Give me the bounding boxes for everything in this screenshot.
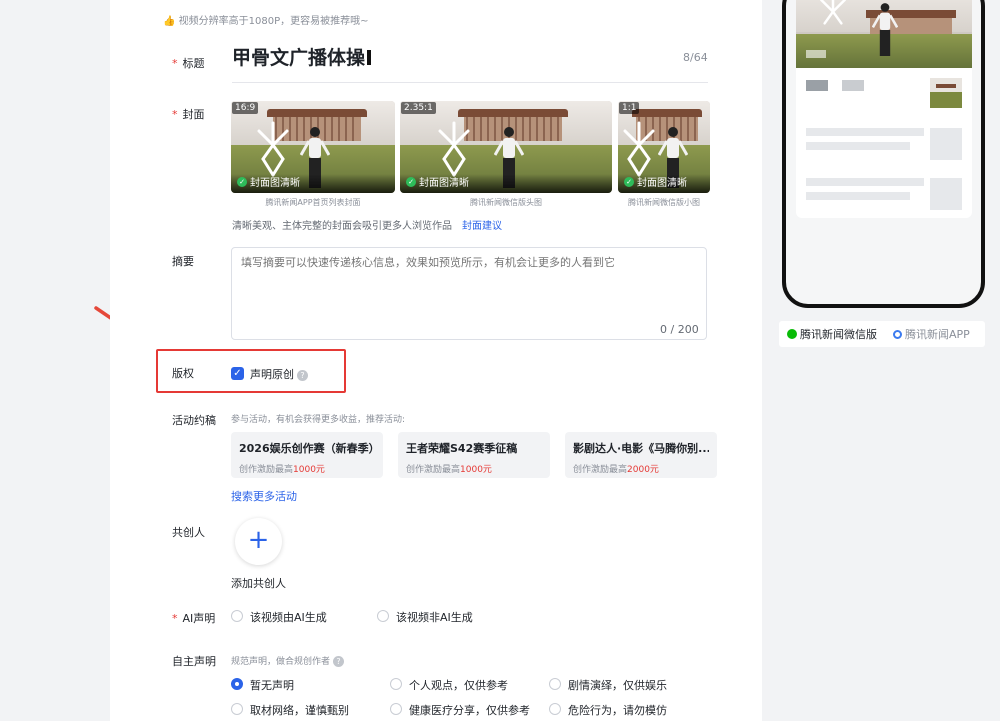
ratio-badge: 2.35:1 [401, 102, 436, 114]
cover-caption: 腾讯新闻微信版头图 [470, 198, 542, 207]
self-declare-tip: 规范声明，做合规创作者? [231, 654, 345, 667]
activity-tip: 参与活动，有机会获得更多收益，推荐活动: [231, 415, 406, 425]
resolution-tip: 👍 视频分辨率高于1080P，更容易被推荐哦~ [163, 16, 369, 27]
activity-reward: 创作激励最高2000元 [573, 465, 659, 475]
placeholder-line [806, 142, 910, 150]
self-option-label: 剧情演绎，仅供娱乐 [568, 679, 667, 692]
ratio-badge: 16:9 [232, 102, 259, 114]
activity-title: 影剧达人·电影《马腾你别... [573, 442, 709, 455]
activity-reward: 创作激励最高1000元 [406, 465, 492, 475]
tab-app-preview[interactable]: 腾讯新闻APP [877, 326, 970, 342]
placeholder-thumb [930, 128, 962, 160]
preview-panel: 腾讯新闻微信版 腾讯新闻APP [762, 0, 1000, 721]
placeholder-line [806, 128, 924, 136]
ai-label: * AI声明 [172, 612, 216, 625]
self-option-label: 取材网络，谨慎甄别 [250, 704, 349, 717]
self-option-label: 个人观点，仅供参考 [409, 679, 508, 692]
tencent-news-icon [893, 329, 902, 339]
ai-option-label: 该视频非AI生成 [396, 611, 473, 624]
self-radio-none[interactable] [231, 678, 243, 690]
cover-status: ✓ 封面图清晰 [624, 174, 687, 189]
plus-icon: + [247, 525, 270, 555]
title-label: * 标题 [172, 57, 205, 70]
preview-small-thumb [930, 78, 962, 108]
activity-label: 活动约稿 [172, 414, 216, 427]
activity-card[interactable]: 2026娱乐创作赛（新春季） 创作激励最高1000元 [231, 432, 383, 478]
cover-status: ✓ 封面图清晰 [406, 174, 469, 189]
check-circle-icon: ✓ [406, 176, 416, 187]
summary-label: 摘要 [172, 255, 194, 268]
activity-reward: 创作激励最高1000元 [239, 465, 325, 475]
activity-card[interactable]: 影剧达人·电影《马腾你别... 创作激励最高2000元 [565, 432, 717, 478]
activity-title: 2026娱乐创作赛（新春季） [239, 442, 375, 455]
self-option-label: 暂无声明 [250, 679, 294, 692]
title-value: 甲骨文广播体操 [232, 47, 366, 69]
preview-thumbnail [796, 0, 972, 68]
self-declare-label: 自主声明 [172, 655, 216, 668]
title-input[interactable]: 甲骨文广播体操 [232, 43, 372, 70]
oracle-glyph-icon [257, 121, 289, 177]
cover-1-1[interactable]: 1:1 ✓ 封面图清晰 [618, 101, 710, 193]
check-circle-icon: ✓ [237, 176, 247, 187]
placeholder-block [806, 80, 828, 91]
self-radio-internet[interactable] [231, 703, 243, 715]
help-icon[interactable]: ? [297, 370, 308, 381]
cover-label: * 封面 [172, 108, 205, 121]
cover-2-35-1[interactable]: 2.35:1 ✓ 封面图清晰 [400, 101, 612, 193]
self-radio-drama[interactable] [549, 678, 561, 690]
tab-wechat-preview[interactable]: 腾讯新闻微信版 [779, 326, 877, 342]
preview-card [796, 0, 972, 218]
add-cocreator-label: 添加共创人 [231, 577, 286, 590]
self-option-label: 危险行为，请勿模仿 [568, 704, 667, 717]
summary-input[interactable] [231, 247, 707, 340]
blurred-text [806, 50, 826, 58]
title-char-count: 8/64 [683, 51, 708, 64]
ai-radio-not-generated[interactable] [377, 610, 389, 622]
placeholder-line [806, 178, 924, 186]
activity-title: 王者荣耀S42赛季征稿 [406, 442, 518, 455]
copyright-label: 版权 [172, 367, 194, 380]
cover-16-9[interactable]: 16:9 ✓ 封面图清晰 [231, 101, 395, 193]
cocreator-label: 共创人 [172, 526, 205, 539]
oracle-glyph-icon [438, 121, 470, 177]
placeholder-thumb [930, 178, 962, 210]
cover-status: ✓ 封面图清晰 [237, 174, 300, 189]
dancer-figure [872, 3, 898, 56]
wechat-icon [787, 329, 797, 339]
cover-caption: 腾讯新闻微信版小图 [628, 198, 700, 207]
ai-option-label: 该视频由AI生成 [250, 611, 327, 624]
publish-form: 👍 视频分辨率高于1080P，更容易被推荐哦~ * 标题 甲骨文广播体操 8/64… [110, 0, 762, 721]
placeholder-block [842, 80, 864, 91]
oracle-glyph-icon [623, 121, 655, 177]
original-checkbox[interactable]: ✓ [231, 367, 244, 380]
cover-advice-link[interactable]: 封面建议 [462, 221, 502, 232]
oracle-glyph-icon [820, 0, 846, 25]
cover-caption: 腾讯新闻APP首页列表封面 [265, 198, 361, 207]
help-icon[interactable]: ? [333, 656, 345, 667]
search-more-activities-link[interactable]: 搜索更多活动 [231, 488, 297, 504]
check-circle-icon: ✓ [624, 176, 634, 187]
ai-radio-generated[interactable] [231, 610, 243, 622]
self-radio-health[interactable] [390, 703, 402, 715]
add-cocreator-button[interactable]: + [235, 518, 282, 565]
cover-tip: 清晰美观、主体完整的封面会吸引更多人浏览作品 封面建议 [232, 221, 502, 232]
phone-preview [782, 0, 985, 308]
title-underline [232, 82, 708, 83]
ratio-badge: 1:1 [619, 102, 640, 114]
self-radio-danger[interactable] [549, 703, 561, 715]
preview-tabs: 腾讯新闻微信版 腾讯新闻APP [779, 321, 985, 347]
placeholder-line [806, 192, 910, 200]
text-caret [367, 50, 372, 65]
summary-char-count: 0 / 200 [660, 323, 699, 336]
activity-card[interactable]: 王者荣耀S42赛季征稿 创作激励最高1000元 [398, 432, 550, 478]
self-option-label: 健康医疗分享，仅供参考 [409, 704, 530, 717]
self-radio-personal-view[interactable] [390, 678, 402, 690]
original-declare[interactable]: 声明原创? [250, 366, 308, 382]
